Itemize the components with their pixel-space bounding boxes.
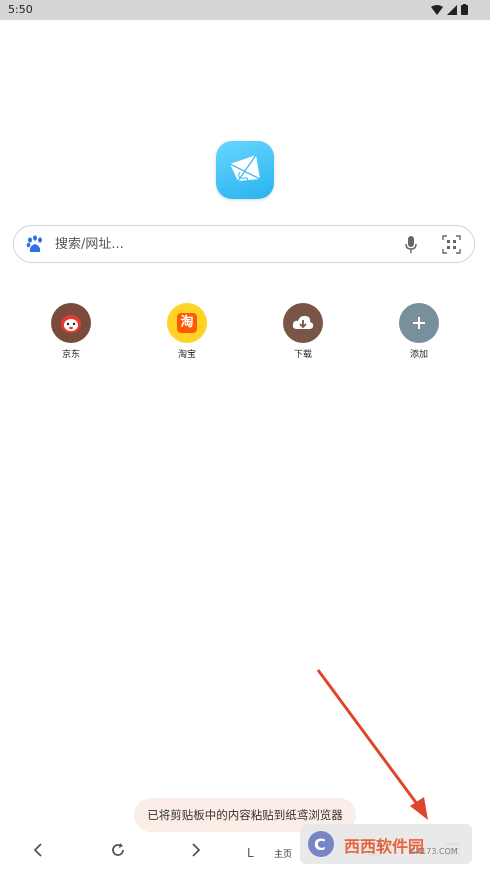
status-bar: 5:50 (0, 0, 490, 20)
shortcut-add[interactable]: 添加 (389, 303, 449, 360)
search-bar[interactable] (13, 225, 475, 263)
download-cloud-icon[interactable] (283, 303, 323, 343)
home-label[interactable]: 主页 (274, 847, 292, 860)
baidu-paw-icon[interactable] (26, 235, 44, 254)
app-logo-kite-icon (216, 141, 274, 199)
svg-text:C: C (314, 835, 326, 854)
watermark-logo: C 西西软件园 CR173.COM (300, 824, 472, 864)
watermark-subtext: CR173.COM (410, 847, 458, 856)
shortcut-jd[interactable]: 京东 (41, 303, 101, 360)
shortcut-label: 淘宝 (177, 350, 196, 360)
refresh-icon[interactable] (110, 842, 126, 858)
wifi-icon (431, 4, 443, 15)
status-time: 5:50 (8, 3, 33, 16)
microphone-icon[interactable] (404, 235, 418, 254)
watermark-badge-icon: C (308, 831, 334, 857)
shortcut-label: 京东 (61, 350, 80, 360)
qr-scan-icon[interactable] (442, 235, 461, 254)
toast-text: 已将剪贴板中的内容粘贴到纸鸢浏览器 (147, 808, 343, 822)
search-input[interactable] (55, 233, 385, 255)
back-icon[interactable] (32, 842, 44, 858)
forward-icon[interactable] (190, 842, 202, 858)
battery-icon (461, 4, 468, 15)
shortcut-label: 添加 (409, 350, 428, 360)
annotation-arrow-icon (316, 669, 428, 820)
plus-icon[interactable] (399, 303, 439, 343)
shortcut-taobao[interactable]: 淘 淘宝 (157, 303, 217, 360)
status-icons (431, 4, 468, 15)
taobao-icon[interactable]: 淘 (167, 303, 207, 343)
home-icon[interactable]: L (247, 846, 254, 860)
shortcut-download[interactable]: 下载 (273, 303, 333, 360)
jd-dog-icon[interactable] (51, 303, 91, 343)
shortcut-label: 下载 (293, 350, 312, 360)
signal-icon (447, 4, 457, 15)
